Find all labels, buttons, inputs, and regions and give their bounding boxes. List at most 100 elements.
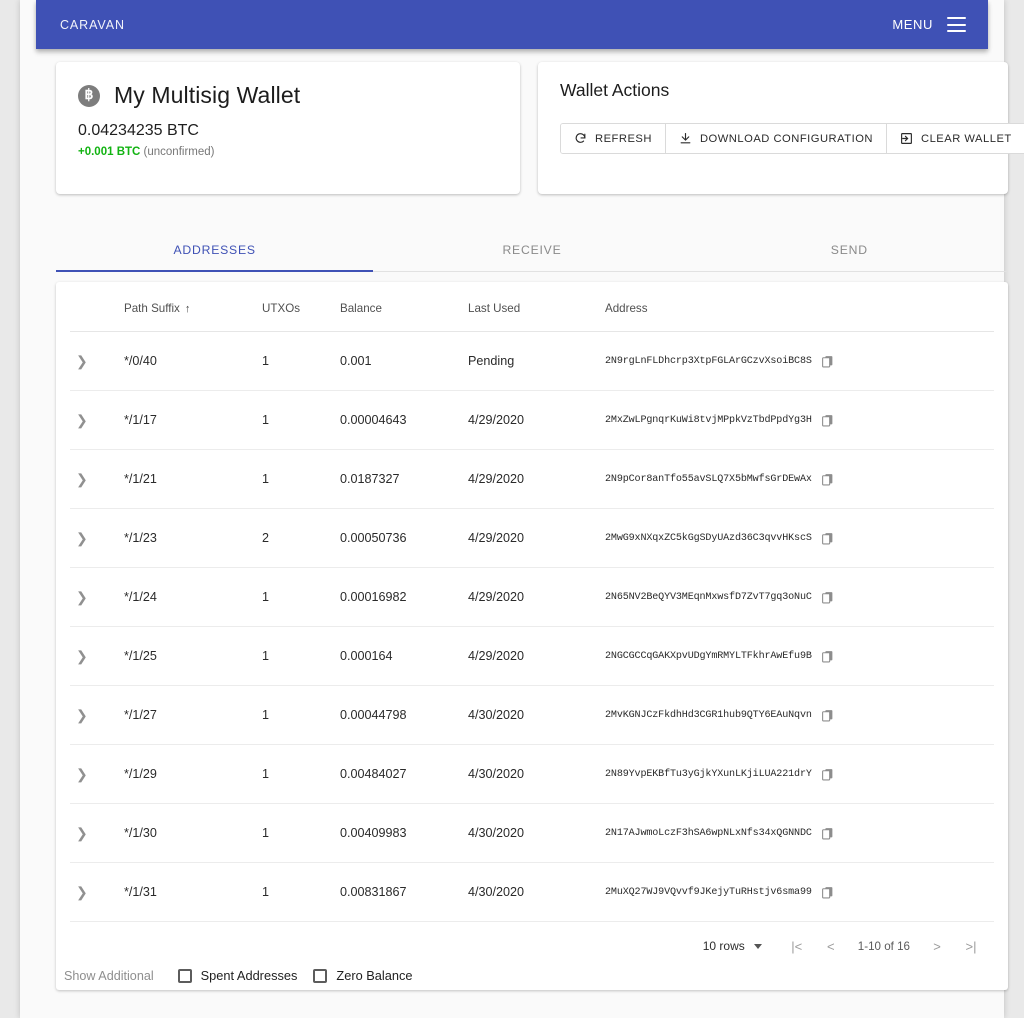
- tab-send[interactable]: SEND: [691, 228, 1008, 271]
- refresh-button-label: REFRESH: [595, 132, 652, 145]
- row-expand-cell[interactable]: ❯: [70, 862, 124, 922]
- copy-icon[interactable]: [821, 472, 834, 486]
- checkbox-zero-balance[interactable]: Zero Balance: [313, 968, 413, 983]
- cell-balance: 0.00004643: [340, 390, 468, 450]
- cell-balance: 0.00050736: [340, 508, 468, 568]
- first-page-button[interactable]: |<: [780, 929, 814, 963]
- chevron-right-icon[interactable]: ❯: [70, 706, 94, 724]
- tab-receive[interactable]: RECEIVE: [373, 228, 690, 271]
- last-page-button[interactable]: >|: [954, 929, 988, 963]
- app-surface: CARAVAN MENU ฿ My Multisig Wallet 0.0423…: [20, 0, 1024, 1018]
- table-row: ❯ */1/31 1 0.00831867 4/30/2020 2MuXQ27WJ9VQv…: [70, 862, 994, 922]
- menu-label[interactable]: MENU: [892, 17, 933, 32]
- cell-last-used: 4/30/2020: [468, 685, 605, 745]
- cell-last-used: 4/30/2020: [468, 862, 605, 922]
- tab-addresses[interactable]: ADDRESSES: [56, 228, 374, 272]
- wallet-name: My Multisig Wallet: [114, 82, 301, 108]
- col-balance-label: Balance: [340, 302, 382, 315]
- cell-path-suffix: */1/25: [124, 626, 262, 686]
- wallet-title-row: ฿ My Multisig Wallet: [78, 82, 498, 109]
- chevron-right-icon[interactable]: ❯: [70, 883, 94, 901]
- chevron-right-icon[interactable]: ❯: [70, 824, 94, 842]
- copy-icon[interactable]: [821, 826, 834, 840]
- hamburger-icon[interactable]: [947, 17, 966, 32]
- row-expand-cell[interactable]: ❯: [70, 390, 124, 450]
- copy-icon[interactable]: [821, 590, 834, 604]
- next-page-button[interactable]: >: [920, 929, 954, 963]
- cell-last-used: 4/29/2020: [468, 449, 605, 509]
- row-expand-cell[interactable]: ❯: [70, 331, 124, 391]
- copy-icon[interactable]: [821, 708, 834, 722]
- cell-path-suffix: */1/24: [124, 567, 262, 627]
- address-wrapper: 2MxZwLPgnqrKuWi8tvjMPpkVzTbdPpdYg3H: [605, 413, 994, 427]
- row-expand-cell[interactable]: ❯: [70, 449, 124, 509]
- col-last-used[interactable]: Last Used: [468, 282, 605, 332]
- row-expand-cell[interactable]: ❯: [70, 744, 124, 804]
- copy-icon[interactable]: [821, 767, 834, 781]
- download-configuration-button-label: DOWNLOAD CONFIGURATION: [699, 132, 873, 145]
- col-balance[interactable]: Balance: [340, 282, 468, 332]
- chevron-right-icon[interactable]: ❯: [70, 352, 94, 370]
- download-configuration-button[interactable]: DOWNLOAD CONFIGURATION: [665, 124, 887, 153]
- chevron-right-icon[interactable]: ❯: [70, 588, 94, 606]
- table-row: ❯ */1/25 1 0.000164 4/29/2020 2NGCGCCqGAKXpvU…: [70, 626, 994, 686]
- checkbox-spent-addresses-label: Spent Addresses: [200, 968, 298, 983]
- cell-address: 2N17AJwmoLczF3hSA6wpNLxNfs34xQGNNDC: [605, 803, 994, 863]
- chevron-right-icon[interactable]: ❯: [70, 470, 94, 488]
- addresses-table: Path Suffix ↑ UTXOs Balance Last Used Add…: [70, 282, 994, 922]
- rows-per-page-select[interactable]: 10 rows: [703, 939, 762, 953]
- address-text: 2N89YvpEKBfTu3yGjkYXunLKjiLUA221drY: [605, 768, 812, 780]
- cell-path-suffix: */0/40: [124, 331, 262, 391]
- col-path-suffix-label: Path Suffix: [124, 302, 180, 315]
- col-path-suffix[interactable]: Path Suffix ↑: [124, 282, 262, 332]
- copy-icon[interactable]: [821, 885, 834, 899]
- cell-address: 2MvKGNJCzFkdhHd3CGR1hub9QTY6EAuNqvn: [605, 685, 994, 745]
- address-text: 2N9rgLnFLDhcrp3XtpFGLArGCzvXsoiBC8S: [605, 355, 812, 367]
- chevron-right-icon[interactable]: ❯: [70, 647, 94, 665]
- chevron-right-icon[interactable]: ❯: [70, 765, 94, 783]
- cell-balance: 0.00044798: [340, 685, 468, 745]
- cell-balance: 0.0187327: [340, 449, 468, 509]
- row-expand-cell[interactable]: ❯: [70, 567, 124, 627]
- tab-send-label: SEND: [830, 242, 868, 257]
- address-text: 2MuXQ27WJ9VQvvf9JKejyTuRHstjv6sma99: [605, 886, 812, 898]
- address-text: 2N17AJwmoLczF3hSA6wpNLxNfs34xQGNNDC: [605, 827, 812, 839]
- cell-utxos: 1: [262, 567, 340, 627]
- copy-icon[interactable]: [821, 531, 834, 545]
- cell-address: 2N9pCor8anTfo55avSLQ7X5bMwfsGrDEwAx: [605, 449, 994, 509]
- last-page-icon: >|: [965, 938, 977, 954]
- addresses-panel: Path Suffix ↑ UTXOs Balance Last Used Add…: [56, 282, 1008, 990]
- copy-icon[interactable]: [821, 354, 834, 368]
- clear-wallet-button[interactable]: CLEAR WALLET: [886, 124, 1024, 153]
- row-expand-cell[interactable]: ❯: [70, 508, 124, 568]
- copy-icon[interactable]: [821, 649, 834, 663]
- chevron-right-icon[interactable]: ❯: [70, 529, 94, 547]
- first-page-icon: |<: [791, 938, 803, 954]
- cell-last-used: 4/30/2020: [468, 744, 605, 804]
- row-expand-cell[interactable]: ❯: [70, 685, 124, 745]
- row-expand-cell[interactable]: ❯: [70, 626, 124, 686]
- app-bar-actions: MENU: [892, 17, 966, 32]
- chevron-right-icon: >: [933, 938, 941, 954]
- checkbox-spent-addresses[interactable]: Spent Addresses: [177, 968, 298, 983]
- checkbox-spent-addresses-box[interactable]: [177, 968, 192, 983]
- checkbox-zero-balance-label: Zero Balance: [336, 968, 413, 983]
- cell-last-used: 4/29/2020: [468, 508, 605, 568]
- wallet-pending-label: (unconfirmed): [143, 146, 215, 158]
- cell-balance: 0.001: [340, 331, 468, 391]
- table-row: ❯ */1/27 1 0.00044798 4/30/2020 2MvKGNJCzFkdh…: [70, 685, 994, 745]
- chevron-right-icon[interactable]: ❯: [70, 411, 94, 429]
- address-text: 2MvKGNJCzFkdhHd3CGR1hub9QTY6EAuNqvn: [605, 709, 812, 721]
- cell-balance: 0.00831867: [340, 862, 468, 922]
- col-utxos[interactable]: UTXOs: [262, 282, 340, 332]
- row-expand-cell[interactable]: ❯: [70, 803, 124, 863]
- col-address[interactable]: Address: [605, 282, 994, 332]
- refresh-button[interactable]: REFRESH: [561, 124, 666, 153]
- copy-icon[interactable]: [821, 413, 834, 427]
- previous-page-button[interactable]: <: [814, 929, 848, 963]
- checkbox-zero-balance-box[interactable]: [313, 968, 328, 983]
- chevron-left-icon: <: [826, 938, 835, 954]
- table-row: ❯ */1/24 1 0.00016982 4/29/2020 2N65NV2BeQYV3…: [70, 567, 994, 627]
- address-text: 2N65NV2BeQYV3MEqnMxwsfD7ZvT7gq3oNuC: [605, 591, 812, 603]
- wallet-tabs: ADDRESSES RECEIVE SEND: [56, 228, 1008, 272]
